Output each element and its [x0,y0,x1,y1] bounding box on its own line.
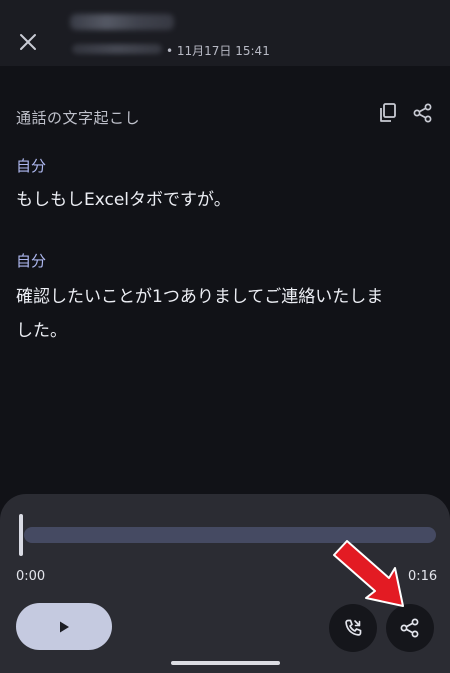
speaker-label: 自分 [16,157,47,175]
transcript-line: 確認したいことが1つありましてご連絡いたしま [16,287,384,307]
share-icon [400,618,419,638]
call-back-button[interactable] [329,604,377,652]
home-indicator[interactable] [171,661,280,665]
copy-button[interactable] [378,102,398,124]
caller-number-blurred [72,44,162,54]
call-datetime: • 11月17日 15:41 [166,44,270,58]
share-audio-button[interactable] [386,604,434,652]
transcript-title: 通話の文字起こし [16,109,141,127]
close-button[interactable] [14,28,42,56]
red-arrow-annotation [333,540,404,607]
time-elapsed: 0:00 [16,569,46,584]
seek-bar-thumb[interactable] [19,514,23,556]
copy-icon [380,103,396,122]
time-total: 0:16 [408,569,438,584]
share-icon [413,103,432,123]
caller-name-blurred [70,14,174,30]
app-header: • 11月17日 15:41 [0,0,450,66]
close-icon [20,34,36,50]
play-icon [60,621,69,632]
share-transcript-button[interactable] [412,102,434,124]
speaker-label: 自分 [16,252,47,270]
transcript-line: した。 [16,321,67,341]
call-transcript-screen: • 11月17日 15:41 通話の文字起こし 自分 もしもしExcelタボです… [0,0,450,673]
play-button[interactable] [16,603,112,650]
phone-call-icon [345,619,362,636]
transcript-line: もしもしExcelタボですが。 [16,190,231,210]
